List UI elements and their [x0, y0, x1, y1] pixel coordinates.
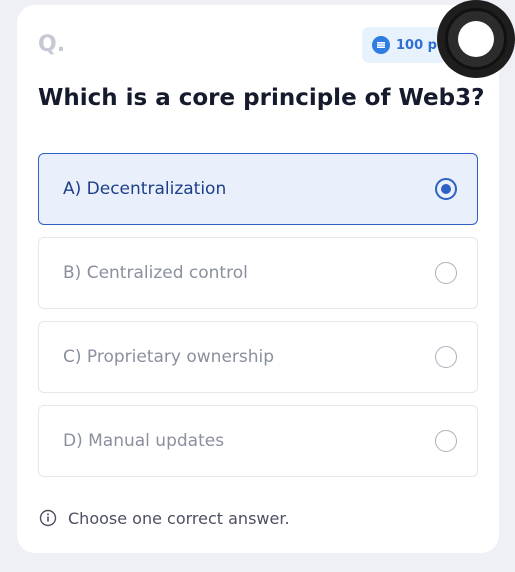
info-icon: [38, 508, 58, 528]
record-dot-icon: [458, 21, 494, 57]
question-text: Which is a core principle of Web3?: [38, 85, 485, 111]
option-a[interactable]: A) Decentralization: [38, 153, 478, 225]
coin-icon: [372, 36, 390, 54]
option-a-label: A) Decentralization: [63, 179, 227, 199]
option-b[interactable]: B) Centralized control: [38, 237, 478, 309]
option-d[interactable]: D) Manual updates: [38, 405, 478, 477]
points-value: 100 p: [396, 37, 437, 53]
option-c-label: C) Proprietary ownership: [63, 347, 275, 367]
option-c[interactable]: C) Proprietary ownership: [38, 321, 478, 393]
radio-unchecked-icon[interactable]: [435, 430, 457, 452]
radio-dot: [441, 184, 451, 194]
radio-checked-icon[interactable]: [435, 178, 457, 200]
answer-hint: Choose one correct answer.: [38, 508, 290, 528]
record-ring: [445, 8, 507, 70]
points-badge: 100 p: [362, 27, 446, 63]
radio-unchecked-icon[interactable]: [435, 262, 457, 284]
radio-unchecked-icon[interactable]: [435, 346, 457, 368]
option-b-label: B) Centralized control: [63, 263, 248, 283]
floating-record-button[interactable]: [437, 0, 515, 78]
question-label: Q.: [38, 32, 66, 57]
hint-text: Choose one correct answer.: [68, 508, 290, 528]
option-d-label: D) Manual updates: [63, 431, 225, 451]
